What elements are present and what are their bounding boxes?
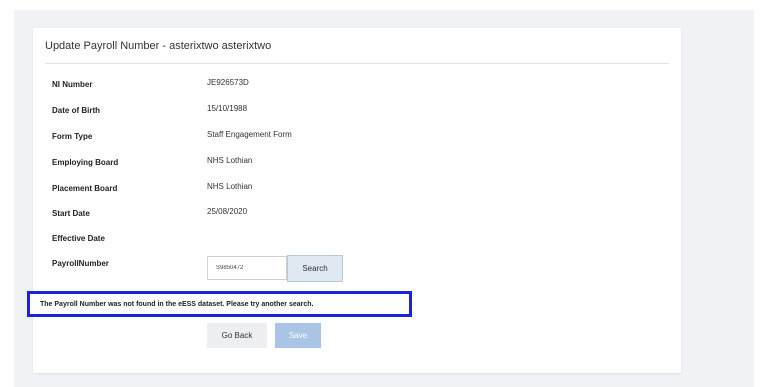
start-date-value: 25/08/2020 <box>207 207 248 216</box>
error-message-text: The Payroll Number was not found in the … <box>40 301 314 308</box>
payroll-number-input[interactable] <box>207 256 287 280</box>
form-type-label: Form Type <box>52 132 93 141</box>
effective-date-label: Effective Date <box>52 234 105 243</box>
card-title: Update Payroll Number - asterixtwo aster… <box>45 40 272 52</box>
ni-number-value: JE926573D <box>207 78 249 87</box>
form-type-value: Staff Engagement Form <box>207 130 292 139</box>
employing-board-value: NHS Lothian <box>207 156 253 165</box>
start-date-label: Start Date <box>52 209 90 218</box>
placement-board-label: Placement Board <box>52 184 118 193</box>
search-button[interactable]: Search <box>287 255 343 282</box>
update-payroll-card: Update Payroll Number - asterixtwo aster… <box>27 28 681 373</box>
date-of-birth-value: 15/10/1988 <box>207 104 248 113</box>
title-divider <box>45 63 669 64</box>
payroll-number-label: PayrollNumber <box>52 259 109 268</box>
error-message-box: The Payroll Number was not found in the … <box>27 291 412 317</box>
save-button[interactable]: Save <box>275 323 321 348</box>
employing-board-label: Employing Board <box>52 158 119 167</box>
ni-number-label: NI Number <box>52 80 93 89</box>
date-of-birth-label: Date of Birth <box>52 106 100 115</box>
go-back-button[interactable]: Go Back <box>207 323 267 348</box>
placement-board-value: NHS Lothian <box>207 182 253 191</box>
